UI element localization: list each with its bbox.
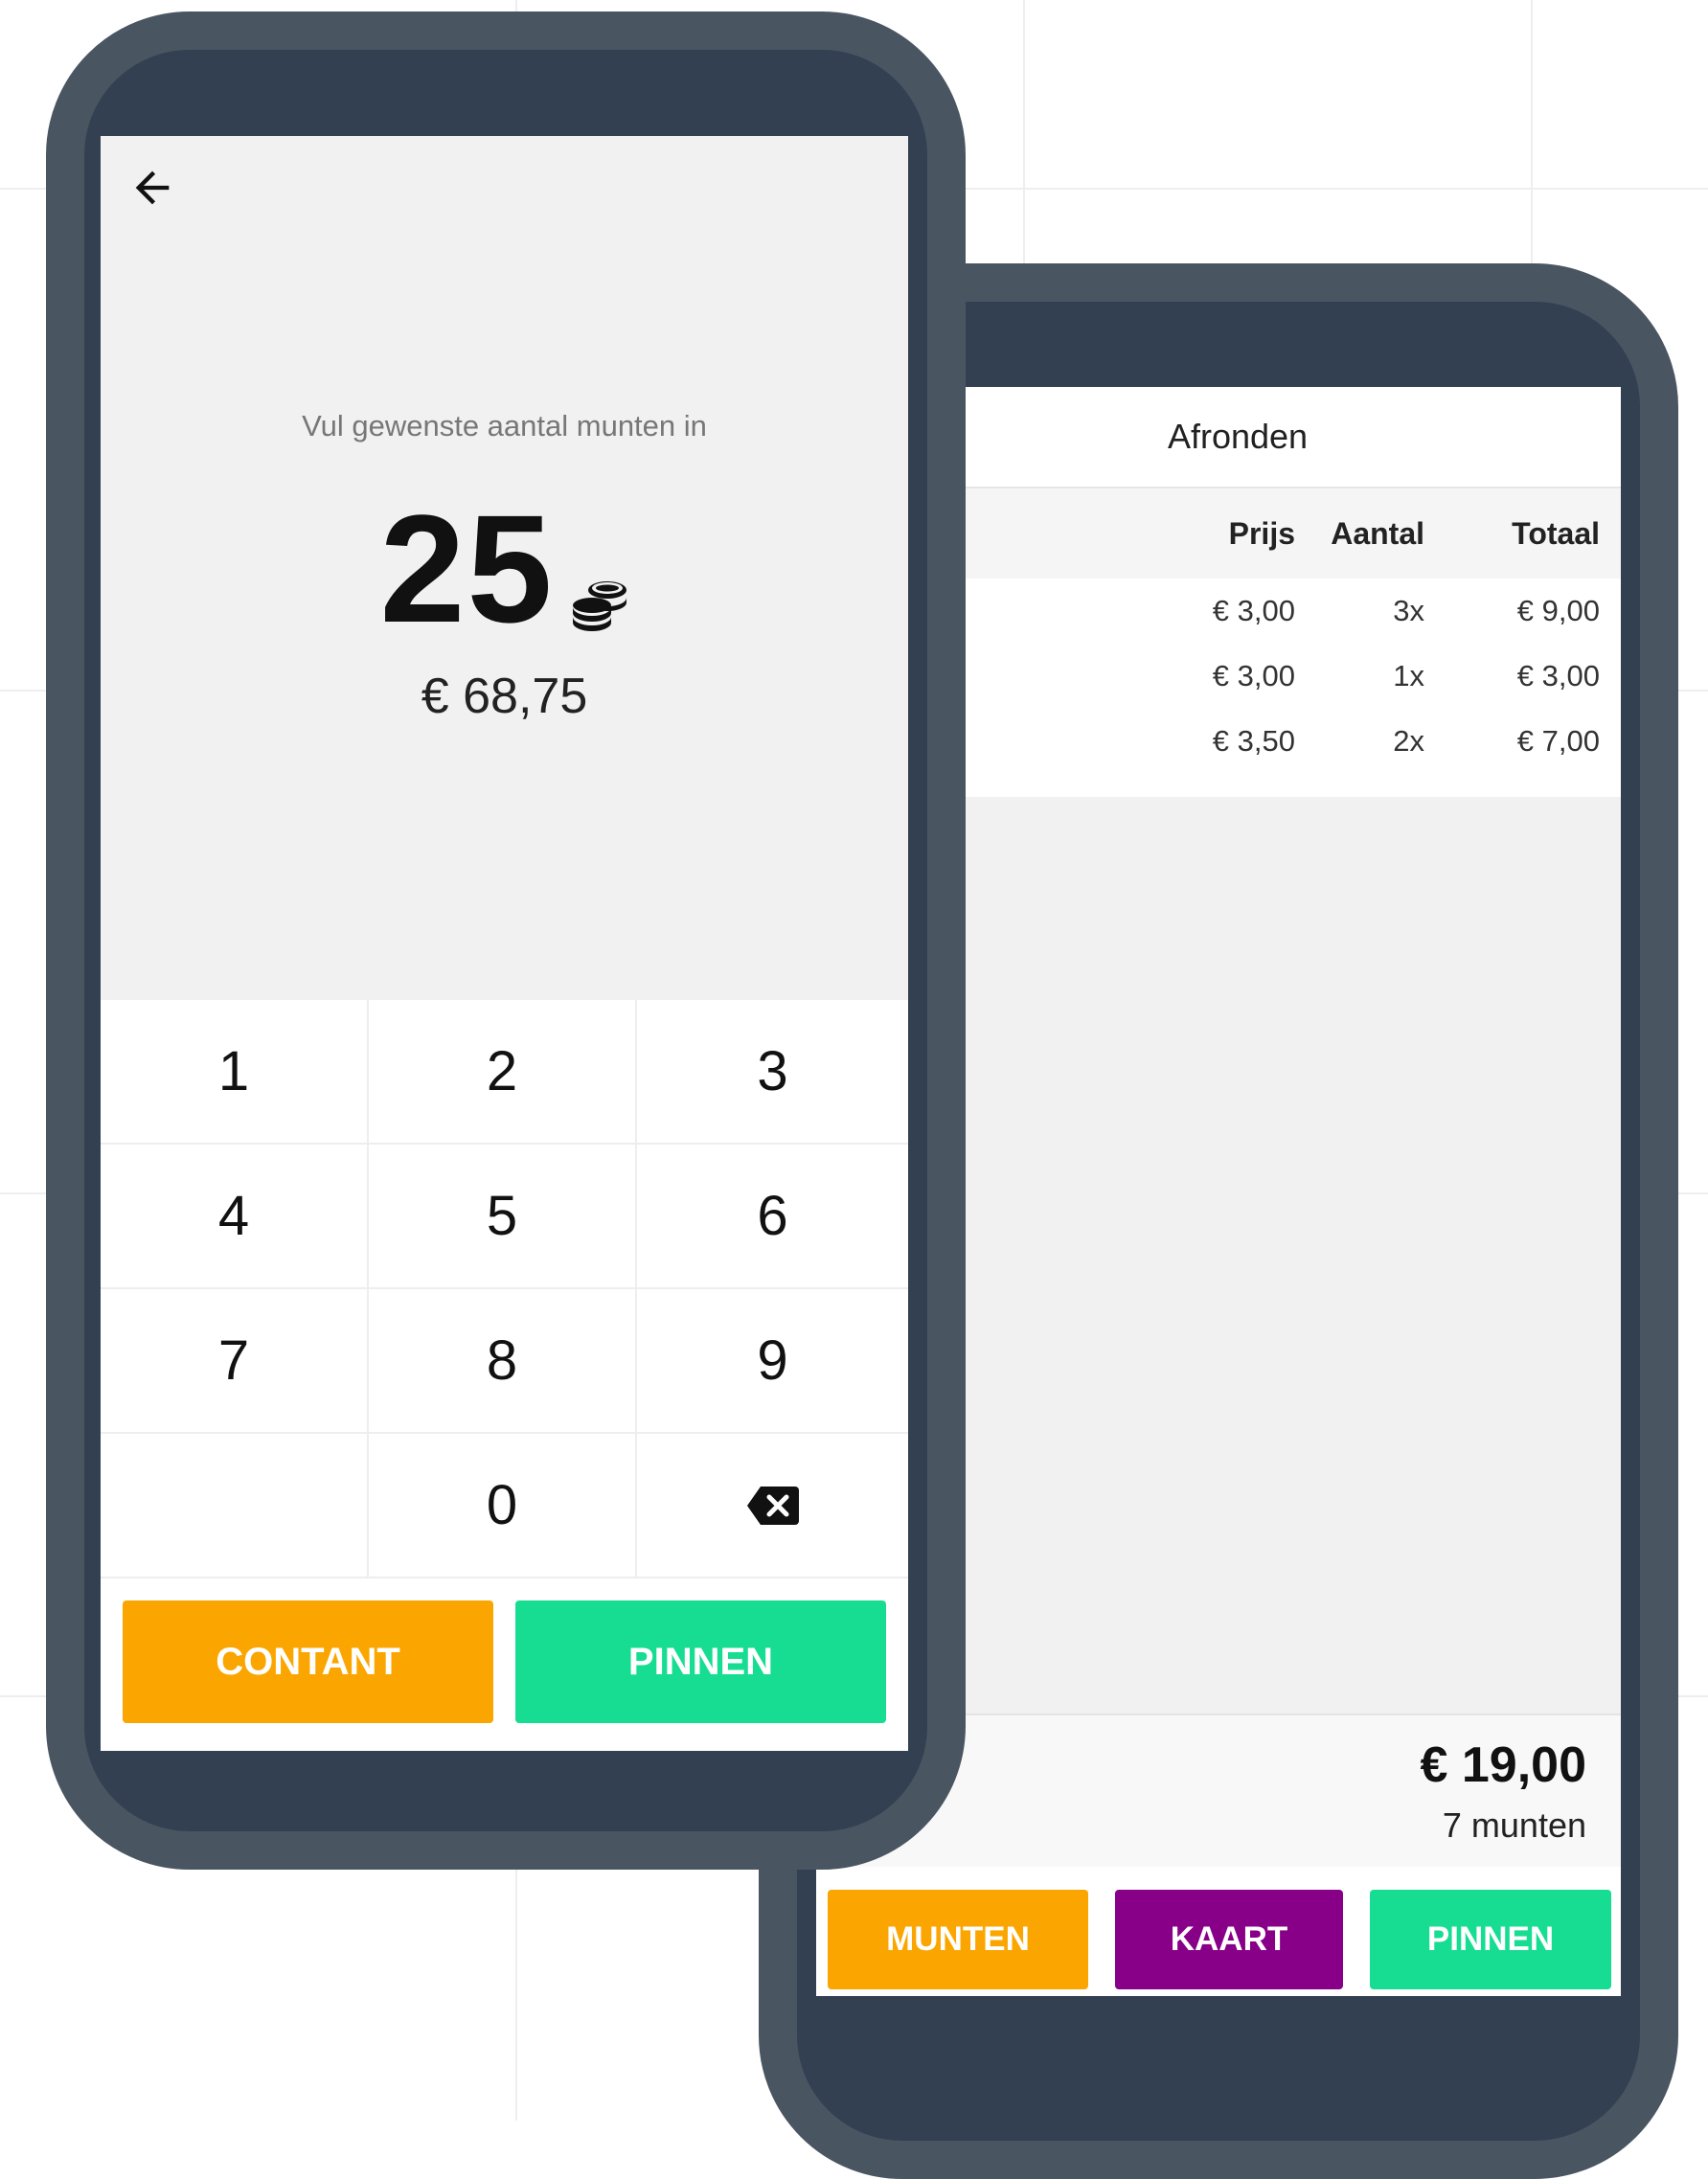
column-header-total: Totaal [1512, 516, 1600, 551]
key-empty [101, 1434, 369, 1578]
row-total: € 3,00 [1516, 659, 1600, 692]
coin-entry-screen: Vul gewenste aantal munten in 25 € 68,75… [101, 136, 908, 1751]
number-keypad: 1 2 3 4 5 6 7 8 9 0 [101, 1000, 908, 1578]
coin-count-display: 25 [101, 492, 908, 646]
row-price: € 3,00 [1212, 594, 1295, 627]
pay-pin-button[interactable]: PINNEN [1370, 1890, 1611, 1989]
key-0[interactable]: 0 [369, 1434, 637, 1578]
row-total: € 7,00 [1516, 724, 1600, 758]
pay-card-button[interactable]: KAART [1115, 1890, 1343, 1989]
row-price: € 3,50 [1212, 724, 1295, 758]
key-9[interactable]: 9 [637, 1289, 908, 1434]
cash-button[interactable]: CONTANT [123, 1600, 493, 1723]
total-amount: € 19,00 [1420, 1737, 1587, 1793]
coin-count: 25 [379, 483, 555, 654]
row-total: € 9,00 [1516, 594, 1600, 627]
total-coins: 7 munten [1442, 1805, 1586, 1845]
key-6[interactable]: 6 [637, 1145, 908, 1289]
payment-buttons: MUNTEN KAART PINNEN [816, 1867, 1621, 1996]
key-8[interactable]: 8 [369, 1289, 637, 1434]
pin-button[interactable]: PINNEN [515, 1600, 886, 1723]
row-quantity: 1x [1393, 659, 1424, 692]
key-2[interactable]: 2 [369, 1000, 637, 1145]
euro-amount: € 68,75 [421, 669, 588, 724]
row-price: € 3,00 [1212, 659, 1295, 692]
key-5[interactable]: 5 [369, 1145, 637, 1289]
arrow-left-icon[interactable] [127, 163, 177, 213]
key-1[interactable]: 1 [101, 1000, 369, 1145]
row-quantity: 2x [1393, 724, 1424, 758]
column-header-quantity: Aantal [1331, 516, 1424, 551]
pay-coins-button[interactable]: MUNTEN [828, 1890, 1088, 1989]
payment-buttons: CONTANT PINNEN [101, 1578, 908, 1751]
row-quantity: 3x [1393, 594, 1424, 627]
coin-prompt: Vul gewenste aantal munten in [302, 409, 707, 443]
key-3[interactable]: 3 [637, 1000, 908, 1145]
backspace-key[interactable] [637, 1434, 908, 1578]
backspace-icon [746, 1486, 799, 1525]
column-header-price: Prijs [1228, 516, 1295, 551]
key-4[interactable]: 4 [101, 1145, 369, 1289]
coins-stack-icon [573, 581, 627, 631]
key-7[interactable]: 7 [101, 1289, 369, 1434]
